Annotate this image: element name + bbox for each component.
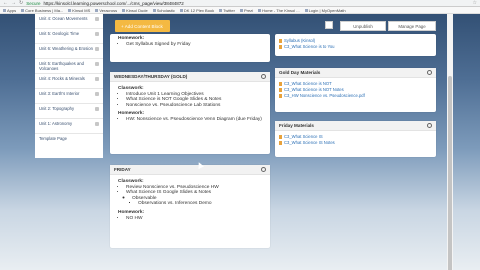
manage-page-button[interactable]: Manage Page: [388, 21, 436, 31]
reload-icon[interactable]: ↻: [19, 0, 23, 6]
list-item: NO HW: [126, 216, 262, 222]
bookmark-item[interactable]: Kinsol Dude: [122, 8, 148, 13]
file-link[interactable]: C3_What Science IS Notes: [275, 140, 436, 146]
lock-icon: [95, 32, 99, 36]
bookmark-item[interactable]: Login | MyOpenMath: [305, 8, 346, 13]
browser-chrome: ← → ↻ Secure https://kinsolcl.learning.p…: [0, 0, 480, 7]
bookmark-item[interactable]: Scholastic: [153, 8, 175, 13]
lock-icon: [95, 122, 99, 126]
sidebar-item-unit5-geologic[interactable]: Unit 5: Geologic Time: [35, 29, 103, 44]
card-title: Friday Materials: [279, 123, 314, 128]
gear-icon[interactable]: [261, 167, 266, 172]
content-card-friday: FRIDAY Classwork: Review Nonscience vs. …: [110, 165, 270, 248]
back-icon[interactable]: ←: [3, 0, 8, 6]
friday-materials-card: Friday Materials C3_What Science IS C3_W…: [275, 121, 436, 157]
bookmark-item[interactable]: Core Business | Ma...: [21, 8, 63, 13]
file-icon: [279, 82, 282, 86]
sidebar-item-unit2-topography[interactable]: Unit 2: Topography: [35, 104, 103, 119]
file-icon: [279, 39, 282, 43]
lock-icon: [95, 17, 99, 21]
content-card-top: Homework: Get Syllabus Signed by Friday: [110, 34, 270, 62]
url-bar[interactable]: https://kinsolcl.learning.powerschool.co…: [43, 1, 183, 6]
list-item: Get Syllabus Signed by Friday: [126, 42, 262, 48]
gear-icon[interactable]: [427, 123, 432, 128]
gear-icon[interactable]: [427, 70, 432, 75]
list-item: Nonscience vs. Pseudoscience Lab Station…: [126, 103, 262, 109]
list-item: Observations vs. Inferences Demo: [138, 201, 262, 207]
scrollbar-thumb[interactable]: [448, 76, 452, 270]
sidebar-item-unit3-interior[interactable]: Unit 3: Earth's Interior: [35, 89, 103, 104]
files-card-top: Syllabus (Kinsol) C3_What Science is to …: [275, 34, 436, 56]
bookmark-item[interactable]: DK 12 Plex Book: [180, 8, 214, 13]
add-content-block-button[interactable]: + Add Content Block: [115, 20, 170, 32]
lock-icon: [95, 62, 99, 66]
secure-label: Secure: [26, 0, 41, 6]
sidebar-item-unit4-ocean[interactable]: Unit 4: Ocean Movements: [35, 14, 103, 29]
content-card-wed-thu: WEDNESDAY/THURSDAY (GOLD) Classwork: Int…: [110, 72, 270, 154]
bookmark-star-icon[interactable]: ☆: [473, 0, 477, 6]
bookmark-item[interactable]: Prezi: [240, 8, 253, 13]
sidebar-item-template-page[interactable]: Template Page: [35, 134, 103, 149]
bookmark-item[interactable]: Home - The Kinsol ...: [258, 8, 300, 13]
file-icon: [279, 94, 282, 98]
bookmarks-bar: Apps Core Business | Ma... Kinsol MS Ver…: [0, 7, 480, 14]
card-title: FRIDAY: [114, 167, 131, 172]
sidebar-item-unit1-astronomy[interactable]: Unit 1: Astronomy: [35, 119, 103, 134]
file-link[interactable]: C3_What Science is to You: [275, 44, 436, 50]
lock-icon: [95, 77, 99, 81]
manage-page-label: Manage Page: [398, 23, 426, 29]
unpublish-label: Unpublish: [353, 23, 373, 29]
file-icon: [279, 88, 282, 92]
sidebar-item-unit6-weathering[interactable]: Unit 6: Weathering & Erosion: [35, 44, 103, 59]
lock-icon: [95, 92, 99, 96]
file-icon: [279, 141, 282, 145]
unpublish-button[interactable]: Unpublish: [340, 21, 386, 31]
copy-icon[interactable]: [325, 21, 333, 29]
gold-day-materials-card: Gold Day Materials C3_What Science is NO…: [275, 68, 436, 112]
file-link[interactable]: C3_HW Nonscience vs. Pseudoscience.pdf: [275, 93, 436, 99]
bookmark-item[interactable]: Apps: [3, 8, 16, 13]
bookmark-item[interactable]: Veracross: [95, 8, 117, 13]
lock-icon: [95, 47, 99, 51]
lock-icon: [95, 107, 99, 111]
file-icon: [279, 135, 282, 139]
list-item: HW: Nonscience vs. Pseudoscience Venn Di…: [126, 117, 262, 123]
gear-icon[interactable]: [261, 74, 266, 79]
sidebar-item-unit4-rocks[interactable]: Unit 4: Rocks & Minerals: [35, 74, 103, 89]
sidebar-item-unit5-earthquakes[interactable]: Unit 5: Earthquakes and Volcanoes: [35, 59, 103, 74]
page-scrollbar[interactable]: [447, 14, 453, 270]
card-title: WEDNESDAY/THURSDAY (GOLD): [114, 74, 188, 79]
bookmark-item[interactable]: Kinsol MS: [68, 8, 90, 13]
file-icon: [279, 45, 282, 49]
bookmark-item[interactable]: Twitter: [219, 8, 235, 13]
card-title: Gold Day Materials: [279, 70, 321, 75]
forward-icon[interactable]: →: [11, 0, 16, 6]
page-sidebar: Unit 4: Ocean Movements Unit 5: Geologic…: [35, 14, 103, 158]
